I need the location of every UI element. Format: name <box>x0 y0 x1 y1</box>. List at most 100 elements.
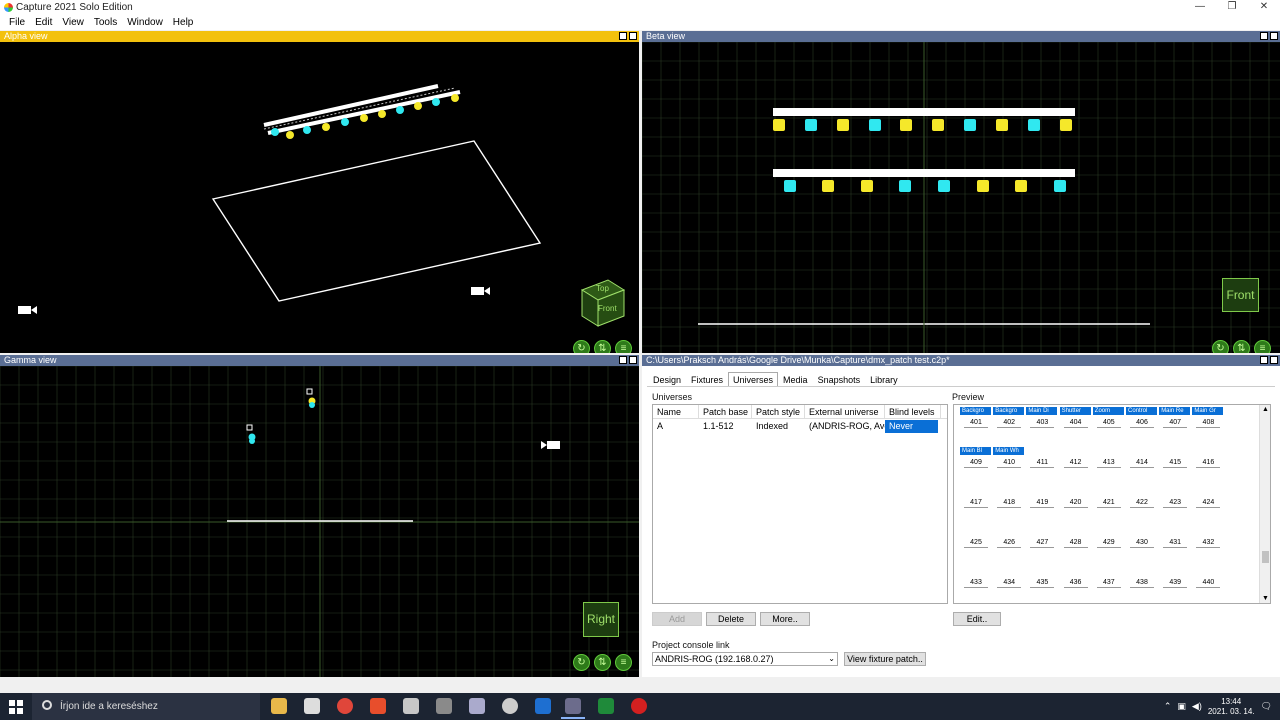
volume-icon[interactable]: ◀) <box>1192 701 1202 712</box>
col-external-universe[interactable]: External universe <box>805 405 885 418</box>
preview-channel-number[interactable]: 405 <box>1096 419 1121 428</box>
console-link-select[interactable]: ANDRIS-ROG (192.168.0.27) ⌄ <box>652 652 838 666</box>
preview-channel-number[interactable]: 435 <box>1030 579 1055 588</box>
tool-icon[interactable] <box>436 698 452 714</box>
capture-app-icon[interactable] <box>561 698 585 719</box>
app-icon[interactable] <box>469 698 485 714</box>
mail-icon[interactable] <box>535 698 551 714</box>
col-name[interactable]: Name <box>653 405 699 418</box>
preview-channel-number[interactable]: 424 <box>1196 499 1221 508</box>
panel-tile-icon[interactable] <box>629 32 637 40</box>
dmx-preview[interactable]: ▲ ▼ Backgro Backgro Main Di Shutter Zoom Cont… <box>953 404 1271 604</box>
clock[interactable]: 13:44 2021. 03. 14. <box>1208 697 1255 717</box>
windows-start-icon[interactable] <box>8 699 24 715</box>
rotate-view-icon[interactable]: ↻ <box>1212 340 1229 353</box>
beta-viewport[interactable]: Front ↻ ⇅ ≡ <box>642 42 1280 353</box>
preview-channel-number[interactable]: 416 <box>1196 459 1221 468</box>
preview-channel-number[interactable]: 420 <box>1063 499 1088 508</box>
preview-channel-number[interactable]: 413 <box>1096 459 1121 468</box>
notifications-icon[interactable]: 🗨 <box>1261 701 1272 712</box>
preview-channel-number[interactable]: 419 <box>1030 499 1055 508</box>
col-blind-levels[interactable]: Blind levels <box>885 405 941 418</box>
menu-window[interactable]: Window <box>122 15 168 30</box>
beta-view-panel[interactable]: Beta view Front ↻ ⇅ ≡ <box>642 31 1280 353</box>
chevron-up-icon[interactable]: ⌃ <box>1164 701 1172 712</box>
screen-recorder-icon[interactable] <box>370 698 386 714</box>
taskbar-search[interactable]: Írjon ide a kereséshez <box>32 693 260 720</box>
menu-view[interactable]: View <box>57 15 89 30</box>
view-cube-top-label[interactable]: Top <box>596 284 609 293</box>
preview-channel-number[interactable]: 431 <box>1163 539 1188 548</box>
preview-channel-number[interactable]: 403 <box>1030 419 1055 428</box>
pan-view-icon[interactable]: ⇅ <box>594 340 611 353</box>
preview-channel-number[interactable]: 407 <box>1163 419 1188 428</box>
pan-view-icon[interactable]: ⇅ <box>1233 340 1250 353</box>
preview-channel-number[interactable]: 410 <box>997 459 1022 468</box>
panel-maximize-icon[interactable] <box>619 356 627 364</box>
front-view-label[interactable]: Front <box>1222 278 1259 312</box>
preview-channel-number[interactable]: 406 <box>1130 419 1154 428</box>
preview-channel-number[interactable]: 414 <box>1130 459 1154 468</box>
scroll-thumb[interactable] <box>1262 551 1269 563</box>
alpha-viewport[interactable]: Top Front ↻ ⇅ ≡ <box>0 42 639 353</box>
add-button[interactable]: Add <box>652 612 702 626</box>
scroll-up-icon[interactable]: ▲ <box>1262 406 1269 413</box>
right-view-label[interactable]: Right <box>583 602 619 637</box>
panel-maximize-icon[interactable] <box>619 32 627 40</box>
close-button[interactable]: ✕ <box>1248 0 1280 15</box>
preview-channel-number[interactable]: 401 <box>964 419 988 428</box>
preview-channel-number[interactable]: 404 <box>1063 419 1088 428</box>
preview-channel-number[interactable]: 415 <box>1163 459 1188 468</box>
chevron-down-icon[interactable]: ⌄ <box>828 653 835 665</box>
preview-channel-number[interactable]: 418 <box>997 499 1022 508</box>
preview-channel-number[interactable]: 402 <box>997 419 1022 428</box>
rotate-view-icon[interactable]: ↻ <box>573 340 590 353</box>
preview-channel-number[interactable]: 432 <box>1196 539 1221 548</box>
preview-channel-number[interactable]: 428 <box>1063 539 1088 548</box>
preview-channel-number[interactable]: 421 <box>1096 499 1121 508</box>
preview-channel-number[interactable]: 439 <box>1163 579 1188 588</box>
preview-channel-number[interactable]: 430 <box>1130 539 1154 548</box>
menu-edit[interactable]: Edit <box>30 15 57 30</box>
minimize-button[interactable]: — <box>1184 0 1216 15</box>
preview-channel-number[interactable]: 440 <box>1196 579 1221 588</box>
panel-maximize-icon[interactable] <box>1260 32 1268 40</box>
preview-channel-number[interactable]: 417 <box>964 499 988 508</box>
tab-snapshots[interactable]: Snapshots <box>813 372 866 386</box>
tab-library[interactable]: Library <box>865 372 903 386</box>
col-patch-base[interactable]: Patch base <box>699 405 752 418</box>
view-menu-icon[interactable]: ≡ <box>615 654 632 671</box>
alpha-view-panel[interactable]: Alpha view Top Front ↻ ⇅ ≡ <box>0 31 639 353</box>
preview-channel-number[interactable]: 408 <box>1196 419 1221 428</box>
tab-fixtures[interactable]: Fixtures <box>686 372 728 386</box>
preview-channel-number[interactable]: 427 <box>1030 539 1055 548</box>
menu-help[interactable]: Help <box>168 15 199 30</box>
table-row[interactable]: A 1.1-512 Indexed (ANDRIS-ROG, Avoli... … <box>653 420 947 433</box>
red-app-icon[interactable] <box>631 698 647 714</box>
col-patch-style[interactable]: Patch style <box>752 405 805 418</box>
rotate-view-icon[interactable]: ↻ <box>573 654 590 671</box>
preview-channel-number[interactable]: 425 <box>964 539 988 548</box>
view-cube-front-label[interactable]: Front <box>598 304 617 313</box>
more-button[interactable]: More.. <box>760 612 810 626</box>
store-icon[interactable] <box>304 698 320 714</box>
scroll-down-icon[interactable]: ▼ <box>1262 595 1269 602</box>
preview-channel-number[interactable]: 411 <box>1030 459 1055 468</box>
view-menu-icon[interactable]: ≡ <box>615 340 632 353</box>
menu-file[interactable]: File <box>4 15 30 30</box>
preview-channel-number[interactable]: 434 <box>997 579 1022 588</box>
panel-tile-icon[interactable] <box>1270 32 1278 40</box>
pan-view-icon[interactable]: ⇅ <box>594 654 611 671</box>
preview-channel-number[interactable]: 409 <box>964 459 988 468</box>
menu-tools[interactable]: Tools <box>89 15 122 30</box>
delete-button[interactable]: Delete <box>706 612 756 626</box>
preview-channel-number[interactable]: 438 <box>1130 579 1154 588</box>
panel-maximize-icon[interactable] <box>1260 356 1268 364</box>
view-menu-icon[interactable]: ≡ <box>1254 340 1271 353</box>
network-icon[interactable]: ▣ <box>1177 701 1186 712</box>
preview-channel-number[interactable]: 436 <box>1063 579 1088 588</box>
preview-channel-number[interactable]: 426 <box>997 539 1022 548</box>
preview-channel-number[interactable]: 433 <box>964 579 988 588</box>
gamma-viewport[interactable]: Right ↻ ⇅ ≡ <box>0 366 639 677</box>
preview-channel-number[interactable]: 422 <box>1130 499 1154 508</box>
